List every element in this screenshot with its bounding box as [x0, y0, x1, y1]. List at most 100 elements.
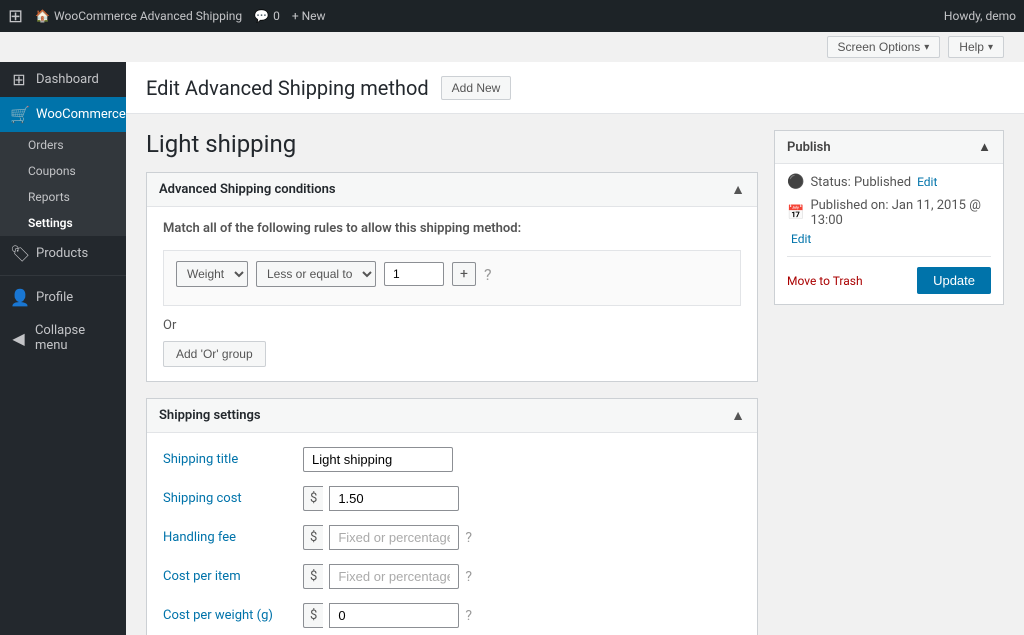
- publish-date-row: 📅 Published on: Jan 11, 2015 @ 13:00 Edi…: [787, 198, 991, 246]
- comments-link[interactable]: 💬 0: [254, 9, 280, 23]
- cost-per-weight-field: $ ?: [303, 603, 472, 628]
- new-label: + New: [292, 9, 326, 23]
- cost-prefix: $: [303, 486, 323, 511]
- handling-fee-field: $ ?: [303, 525, 472, 550]
- profile-icon: 👤: [10, 288, 28, 307]
- help-button[interactable]: Help: [948, 36, 1004, 58]
- comments-count: 0: [273, 9, 280, 23]
- top-bar: ⊞ 🏠 WooCommerce Advanced Shipping 💬 0 + …: [0, 0, 1024, 32]
- publish-actions: Move to Trash Update: [787, 256, 991, 294]
- cost-per-item-label: Cost per item: [163, 569, 303, 584]
- handling-prefix: $: [303, 525, 323, 550]
- sidebar-item-products-label: Products: [36, 246, 88, 261]
- sidebar-item-products[interactable]: 🏷 Products: [0, 236, 126, 271]
- condition-add-button[interactable]: +: [452, 262, 476, 286]
- conditions-panel-title: Advanced Shipping conditions: [159, 182, 336, 197]
- conditions-panel-header[interactable]: Advanced Shipping conditions ▲: [147, 173, 757, 207]
- site-name[interactable]: 🏠 WooCommerce Advanced Shipping: [35, 9, 242, 23]
- add-new-button[interactable]: Add New: [441, 76, 512, 100]
- sidebar-divider: [0, 275, 126, 276]
- shipping-cost-label: Shipping cost: [163, 491, 303, 506]
- cost-per-weight-row: Cost per weight (g) $ ?: [163, 603, 741, 628]
- screen-options-button[interactable]: Screen Options: [827, 36, 941, 58]
- woocommerce-icon: 🛒: [10, 105, 28, 124]
- main-column: Light shipping Advanced Shipping conditi…: [146, 130, 758, 635]
- comments-icon: 💬: [254, 9, 269, 23]
- content-area: Light shipping Advanced Shipping conditi…: [126, 114, 1024, 635]
- cost-per-item-row: Cost per item $ ?: [163, 564, 741, 589]
- shipping-cost-input[interactable]: [329, 486, 459, 511]
- edit-status-link[interactable]: Edit: [917, 175, 937, 189]
- publish-panel-toggle-icon: ▲: [978, 139, 991, 155]
- condition-group: Weight Less or equal to + ?: [163, 250, 741, 306]
- handling-help-icon: ?: [465, 530, 472, 546]
- admin-header: Edit Advanced Shipping method Add New: [126, 62, 1024, 114]
- sidebar-item-collapse[interactable]: ◀ Collapse menu: [0, 315, 126, 361]
- edit-date-link[interactable]: Edit: [791, 232, 811, 246]
- shipping-settings-panel-body: Shipping title Shipping cost $: [147, 433, 757, 635]
- page-title: Edit Advanced Shipping method: [146, 76, 429, 100]
- handling-fee-row: Handling fee $ ?: [163, 525, 741, 550]
- publish-status: Status: Published: [810, 175, 911, 190]
- cost-per-item-help-icon: ?: [465, 569, 472, 585]
- conditions-panel-body: Match all of the following rules to allo…: [147, 207, 757, 381]
- shipping-settings-panel-header[interactable]: Shipping settings ▲: [147, 399, 757, 433]
- condition-row: Weight Less or equal to + ?: [176, 261, 728, 287]
- handling-fee-input[interactable]: [329, 525, 459, 550]
- top-bar-right: Howdy, demo: [944, 9, 1016, 23]
- conditions-panel: Advanced Shipping conditions ▲ Match all…: [146, 172, 758, 382]
- site-name-label: WooCommerce Advanced Shipping: [54, 9, 242, 23]
- sidebar-sub-coupons[interactable]: Coupons: [0, 158, 126, 184]
- side-column: Publish ▲ ⚫ Status: Published Edit 📅: [774, 130, 1004, 635]
- publish-panel-header: Publish ▲: [775, 131, 1003, 164]
- sidebar-item-dashboard[interactable]: ⊞ Dashboard: [0, 62, 126, 97]
- conditions-description: Match all of the following rules to allo…: [163, 221, 741, 236]
- sidebar-item-woocommerce[interactable]: 🛒 WooCommerce: [0, 97, 126, 132]
- publish-panel-title: Publish: [787, 140, 831, 155]
- cost-per-item-input[interactable]: [329, 564, 459, 589]
- cost-per-item-prefix: $: [303, 564, 323, 589]
- sidebar-item-woocommerce-label: WooCommerce: [36, 107, 126, 122]
- publish-panel: Publish ▲ ⚫ Status: Published Edit 📅: [774, 130, 1004, 305]
- shipping-title-row: Shipping title: [163, 447, 741, 472]
- shipping-cost-field: $: [303, 486, 459, 511]
- cost-per-weight-label: Cost per weight (g): [163, 608, 303, 623]
- post-title-area: Light shipping: [146, 130, 758, 158]
- calendar-icon: 📅: [787, 205, 804, 221]
- woocommerce-submenu: Orders Coupons Reports Settings: [0, 132, 126, 236]
- cost-per-weight-input[interactable]: [329, 603, 459, 628]
- top-bar-left: ⊞ 🏠 WooCommerce Advanced Shipping 💬 0 + …: [8, 6, 944, 27]
- publish-panel-body: ⚫ Status: Published Edit 📅 Published on:…: [775, 164, 1003, 304]
- sidebar-sub-settings[interactable]: Settings: [0, 210, 126, 236]
- cost-per-weight-prefix: $: [303, 603, 323, 628]
- wp-logo-icon: ⊞: [8, 6, 23, 27]
- condition-operator-select[interactable]: Less or equal to: [256, 261, 376, 287]
- sidebar-sub-orders[interactable]: Orders: [0, 132, 126, 158]
- sidebar-item-profile-label: Profile: [36, 290, 73, 305]
- main-content: Edit Advanced Shipping method Add New Li…: [126, 62, 1024, 635]
- post-title: Light shipping: [146, 130, 758, 158]
- condition-value-input[interactable]: [384, 262, 444, 286]
- app-body: ⊞ Dashboard 🛒 WooCommerce Orders Coupons…: [0, 62, 1024, 635]
- cost-per-weight-help-icon: ?: [465, 608, 472, 624]
- user-greeting: Howdy, demo: [944, 9, 1016, 23]
- collapse-icon: ◀: [10, 329, 27, 348]
- sidebar-item-profile[interactable]: 👤 Profile: [0, 280, 126, 315]
- sidebar: ⊞ Dashboard 🛒 WooCommerce Orders Coupons…: [0, 62, 126, 635]
- screen-options-bar: Screen Options Help: [0, 32, 1024, 62]
- condition-help-icon: ?: [484, 265, 492, 284]
- publish-date-inner: 📅 Published on: Jan 11, 2015 @ 13:00: [787, 198, 991, 228]
- cost-per-item-field: $ ?: [303, 564, 472, 589]
- sidebar-item-collapse-label: Collapse menu: [35, 323, 116, 353]
- update-button[interactable]: Update: [917, 267, 991, 294]
- move-to-trash-link[interactable]: Move to Trash: [787, 274, 863, 288]
- shipping-title-field: [303, 447, 453, 472]
- status-icon: ⚫: [787, 174, 804, 190]
- add-or-group-button[interactable]: Add 'Or' group: [163, 341, 266, 367]
- condition-type-select[interactable]: Weight: [176, 261, 248, 287]
- shipping-title-input[interactable]: [303, 447, 453, 472]
- new-item-menu[interactable]: + New: [292, 9, 326, 23]
- shipping-cost-row: Shipping cost $: [163, 486, 741, 511]
- dashboard-icon: ⊞: [10, 70, 28, 89]
- sidebar-sub-reports[interactable]: Reports: [0, 184, 126, 210]
